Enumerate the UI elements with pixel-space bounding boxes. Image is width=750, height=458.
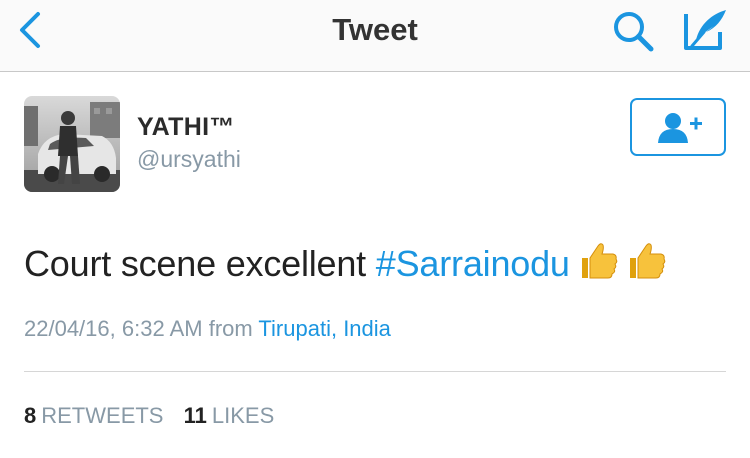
search-icon[interactable]	[610, 8, 656, 54]
engagement-stats: 8 RETWEETS 11 LIKES	[24, 403, 274, 429]
tweet-text: Court scene excellent #Sarrainodu	[24, 240, 666, 285]
follow-button[interactable]	[630, 98, 726, 156]
hashtag-link[interactable]: #Sarrainodu	[376, 243, 570, 284]
likes-count: 11	[183, 403, 207, 428]
tweet-body: Court scene excellent	[24, 243, 376, 284]
author-handle[interactable]: @ursyathi	[137, 146, 241, 173]
likes-label: LIKES	[211, 403, 275, 428]
retweets-label: RETWEETS	[41, 403, 164, 428]
retweets-count: 8	[24, 403, 37, 428]
thumbs-up-icon	[629, 243, 666, 279]
profile-photo-image	[24, 96, 120, 192]
avatar[interactable]	[24, 96, 120, 192]
compose-tweet-icon[interactable]	[680, 6, 730, 54]
retweets-stat[interactable]: 8 RETWEETS	[24, 403, 163, 429]
tweet-timestamp: 22/04/16, 6:32 AM	[24, 316, 203, 341]
divider	[24, 371, 726, 372]
likes-stat[interactable]: 11 LIKES	[184, 403, 275, 429]
navigation-bar: Tweet	[0, 0, 750, 72]
add-user-icon	[658, 113, 702, 143]
thumbs-up-icon	[581, 243, 618, 279]
author-display-name[interactable]: YATHI™	[137, 113, 235, 142]
from-label: from	[208, 316, 253, 341]
tweet-metadata: 22/04/16, 6:32 AM from Tirupati, India	[24, 316, 391, 342]
location-link[interactable]: Tirupati, India	[258, 316, 390, 341]
